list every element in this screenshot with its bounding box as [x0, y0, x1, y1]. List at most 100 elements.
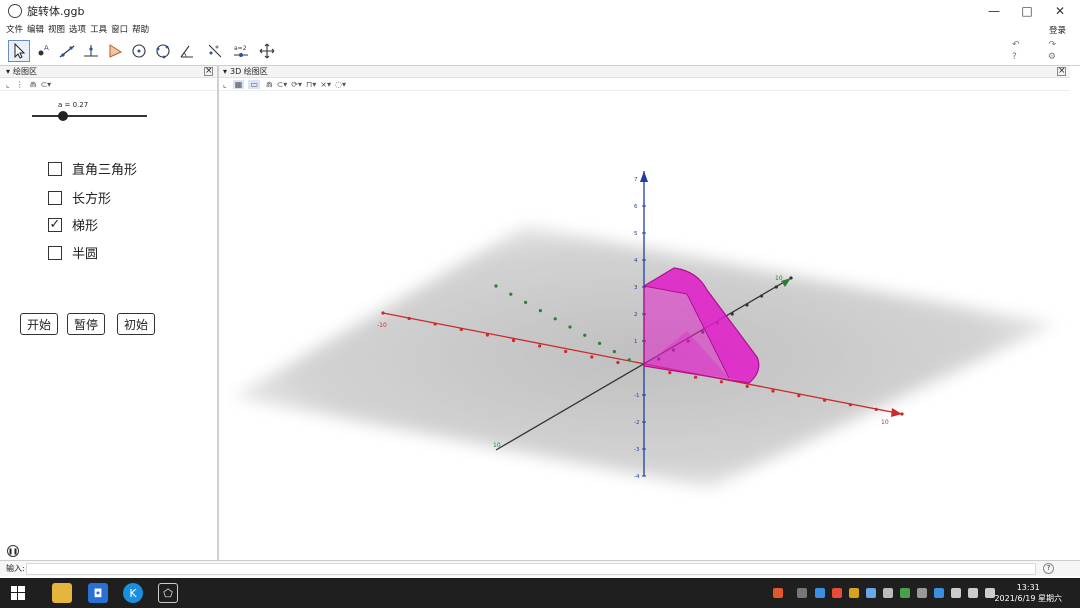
tray-app-icon[interactable]	[832, 588, 842, 598]
x-tick-label-negative: -10	[377, 322, 387, 329]
tray-arrow-icon[interactable]	[797, 588, 807, 598]
slider-tool-button[interactable]: a=2	[230, 40, 252, 62]
reset-button[interactable]: 初始	[117, 313, 155, 335]
file-explorer-icon[interactable]	[52, 583, 72, 603]
collapse-icon[interactable]: ▾	[223, 67, 227, 76]
y-tick-label-negative: 10	[493, 442, 501, 449]
visibility-dropdown-icon[interactable]: ⊂▾	[40, 80, 51, 89]
tray-app-icon[interactable]	[934, 588, 944, 598]
close-panel-icon[interactable]: ×	[1057, 67, 1066, 76]
x-axis-tick	[590, 355, 594, 359]
x-axis-tick	[407, 316, 411, 321]
perpendicular-line-tool-button[interactable]	[80, 40, 102, 62]
clipping-icon[interactable]: ⊓▾	[306, 80, 316, 89]
volume-icon[interactable]	[968, 588, 978, 598]
visibility-dropdown-icon[interactable]: ⊂▾	[277, 80, 288, 89]
x-axis-tick	[564, 349, 568, 354]
minimize-button[interactable]: —	[977, 0, 1011, 22]
grid-toggle-icon[interactable]: ▦	[232, 79, 245, 89]
taskbar-clock[interactable]: 13:31 2021/6/19 星期六	[994, 582, 1062, 604]
input-bar: 输入: ?	[0, 560, 1080, 576]
move-graphics-view-button[interactable]	[256, 40, 278, 62]
menu-help[interactable]: 帮助	[132, 23, 149, 35]
projection-icon[interactable]: ×▾	[320, 80, 331, 89]
network-icon[interactable]	[951, 588, 961, 598]
undo-icon[interactable]: ↶	[1012, 40, 1020, 50]
toolbar: A a=2	[0, 37, 1080, 66]
3d-scene[interactable]: -10 10 10 10 7 6 5 4 3 2 1 -1 -2 -3 -4	[219, 91, 1070, 559]
k-app-icon[interactable]: K	[123, 583, 143, 603]
checkbox-rectangle[interactable]: 长方形	[48, 188, 111, 207]
checkbox-box[interactable]	[48, 190, 62, 205]
input-field[interactable]	[26, 563, 1036, 575]
start-button[interactable]: 开始	[20, 313, 58, 335]
y-axis-tick	[612, 350, 616, 354]
tray-app-icon[interactable]	[883, 588, 893, 598]
plane-toggle-icon[interactable]: ▭	[248, 79, 260, 89]
angle-tool-button[interactable]	[176, 40, 198, 62]
menu-window[interactable]: 窗口	[111, 23, 128, 35]
tray-app-icon[interactable]	[849, 588, 859, 598]
menu-edit[interactable]: 编辑	[27, 23, 44, 35]
tray-shield-icon[interactable]	[815, 588, 825, 598]
menu-view[interactable]: 视图	[48, 23, 65, 35]
graphics-view-3d[interactable]: -10 10 10 10 7 6 5 4 3 2 1 -1 -2 -3 -4	[219, 91, 1070, 559]
geogebra-taskbar-icon[interactable]: ⬠	[158, 583, 178, 603]
screen-recorder-icon[interactable]: ◘	[88, 583, 108, 603]
x-axis-tick	[668, 371, 672, 375]
login-link[interactable]: 登录	[1049, 24, 1066, 36]
y-axis-tick	[568, 325, 572, 329]
clock-date: 2021/6/19 星期六	[994, 594, 1062, 603]
slider-icon: a=2	[234, 45, 248, 57]
tray-app-icon[interactable]	[773, 588, 783, 598]
z-tick-label: 3	[634, 285, 638, 291]
menu-tools[interactable]: 工具	[90, 23, 107, 35]
checkbox-box[interactable]	[48, 161, 62, 176]
redo-icon[interactable]: ↷	[1048, 40, 1056, 50]
close-button[interactable]: ✕	[1043, 0, 1077, 22]
circle-three-points-tool-button[interactable]	[152, 40, 174, 62]
windows-start-icon[interactable]	[8, 583, 28, 603]
settings-icon[interactable]: ⚙	[1048, 52, 1056, 62]
point-tool-button[interactable]: A	[32, 40, 54, 62]
menu-options[interactable]: 选项	[69, 23, 86, 35]
axes-toggle-icon[interactable]: ⌞	[223, 80, 227, 89]
checkbox-box[interactable]	[48, 245, 62, 260]
point-capture-icon[interactable]: ⋒	[30, 80, 37, 89]
grid-toggle-icon[interactable]: ⋮	[16, 80, 24, 89]
checkbox-right-triangle[interactable]: 直角三角形	[48, 159, 137, 178]
menu-file[interactable]: 文件	[6, 23, 23, 35]
y-axis-tick	[583, 333, 587, 337]
axes-toggle-icon[interactable]: ⌞	[6, 80, 10, 89]
tray-app-icon[interactable]	[917, 588, 927, 598]
animation-pause-icon[interactable]: ❚❚	[7, 545, 19, 557]
checkbox-trapezoid[interactable]: ✓ 梯形	[48, 215, 98, 234]
cursor-arrow-icon	[14, 42, 26, 59]
slider-track[interactable]	[32, 115, 147, 117]
svg-text:a=2: a=2	[234, 45, 247, 52]
close-panel-icon[interactable]: ×	[204, 67, 213, 76]
tray-app-icon[interactable]	[866, 588, 876, 598]
rotate-view-icon[interactable]: ⟳▾	[291, 80, 302, 89]
x-axis-tick	[771, 389, 775, 393]
circle-tool-button[interactable]	[128, 40, 150, 62]
maximize-button[interactable]: □	[1010, 0, 1044, 22]
pause-button[interactable]: 暂停	[67, 313, 105, 335]
input-help-icon[interactable]: ?	[1043, 563, 1054, 574]
tray-app-icon[interactable]	[900, 588, 910, 598]
z-tick-label: 2	[634, 312, 638, 318]
reflect-tool-button[interactable]	[204, 40, 226, 62]
x-axis-tick	[616, 360, 620, 365]
move-tool-button[interactable]	[8, 40, 30, 62]
line-tool-button[interactable]	[56, 40, 78, 62]
view-direction-icon[interactable]: ◌▾	[335, 80, 346, 89]
point-capture-icon[interactable]: ⋒	[266, 80, 273, 89]
collapse-icon[interactable]: ▾	[6, 67, 10, 76]
graphics-panel-header: ▾ 绘图区 ×	[0, 66, 217, 78]
checkbox-semicircle[interactable]: 半圆	[48, 243, 98, 262]
polygon-tool-button[interactable]	[104, 40, 126, 62]
slider-knob[interactable]	[58, 111, 69, 121]
angle-icon	[180, 45, 193, 58]
checkbox-box[interactable]: ✓	[48, 217, 62, 232]
help-icon[interactable]: ?	[1012, 52, 1017, 62]
